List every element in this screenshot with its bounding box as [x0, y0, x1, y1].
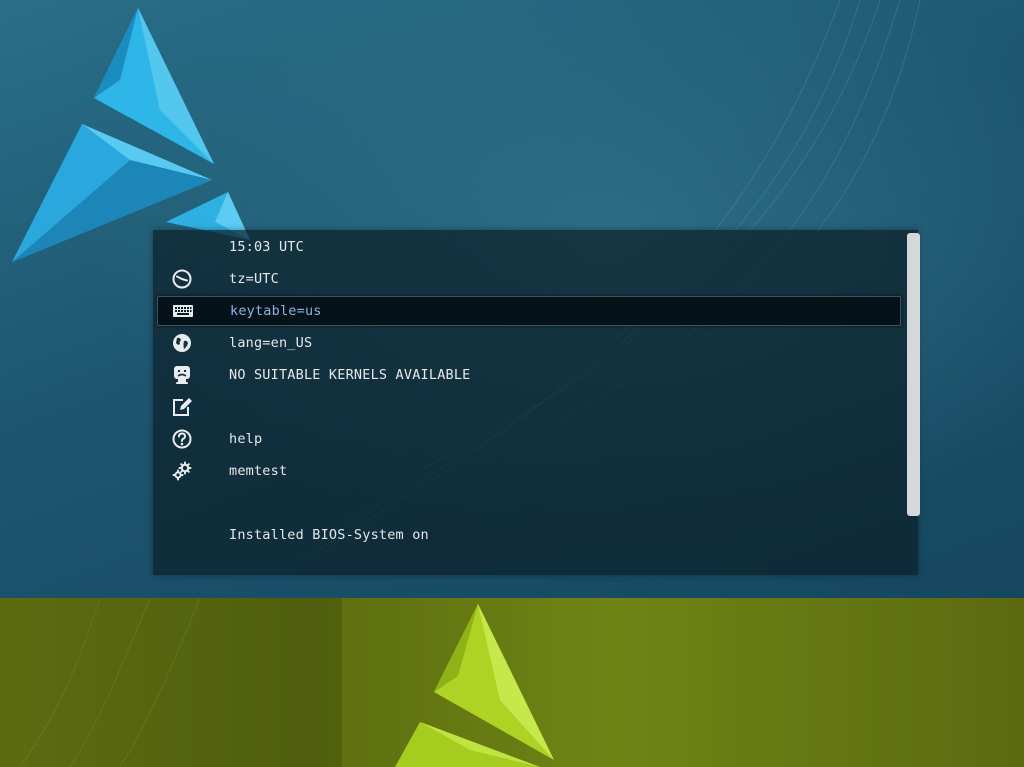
menu-item-kernels[interactable]: NO SUITABLE KERNELS AVAILABLE [157, 361, 899, 389]
menu-item-label: keytable=us [230, 303, 322, 319]
keyboard-icon [172, 300, 194, 322]
menu-scrollbar[interactable] [907, 233, 920, 516]
menu-item-label: 15:03 UTC [229, 239, 304, 255]
menu-item-label: help [229, 431, 263, 447]
logo-green [395, 604, 554, 767]
menu-item-label: tz=UTC [229, 271, 279, 287]
globe-icon [171, 332, 193, 354]
menu-item-label: Installed BIOS-System on [229, 527, 429, 543]
menu-item-installed-system[interactable]: Installed BIOS-System on [157, 521, 899, 549]
menu-item-edit[interactable] [157, 393, 899, 421]
menu-item-timezone[interactable]: tz=UTC [157, 265, 899, 293]
logo-blue [12, 8, 250, 262]
menu-item-label: NO SUITABLE KERNELS AVAILABLE [229, 367, 471, 383]
sad-monitor-icon [171, 364, 193, 386]
edit-icon [171, 396, 193, 418]
menu-item-language[interactable]: lang=en_US [157, 329, 899, 357]
gears-icon [171, 460, 193, 482]
menu-item-keytable[interactable]: keytable=us [157, 296, 901, 326]
menu-item-label: lang=en_US [229, 335, 313, 351]
menu-item-time: 15:03 UTC [157, 233, 899, 261]
boot-screen: 15:03 UTC tz=UTC keytable=us lang=en_US … [0, 0, 1024, 767]
menu-item-label: memtest [229, 463, 288, 479]
menu-item-memtest[interactable]: memtest [157, 457, 899, 485]
menu-item-help[interactable]: help [157, 425, 899, 453]
clock-icon [171, 268, 193, 290]
menu-item-blank [157, 489, 899, 517]
help-icon [171, 428, 193, 450]
